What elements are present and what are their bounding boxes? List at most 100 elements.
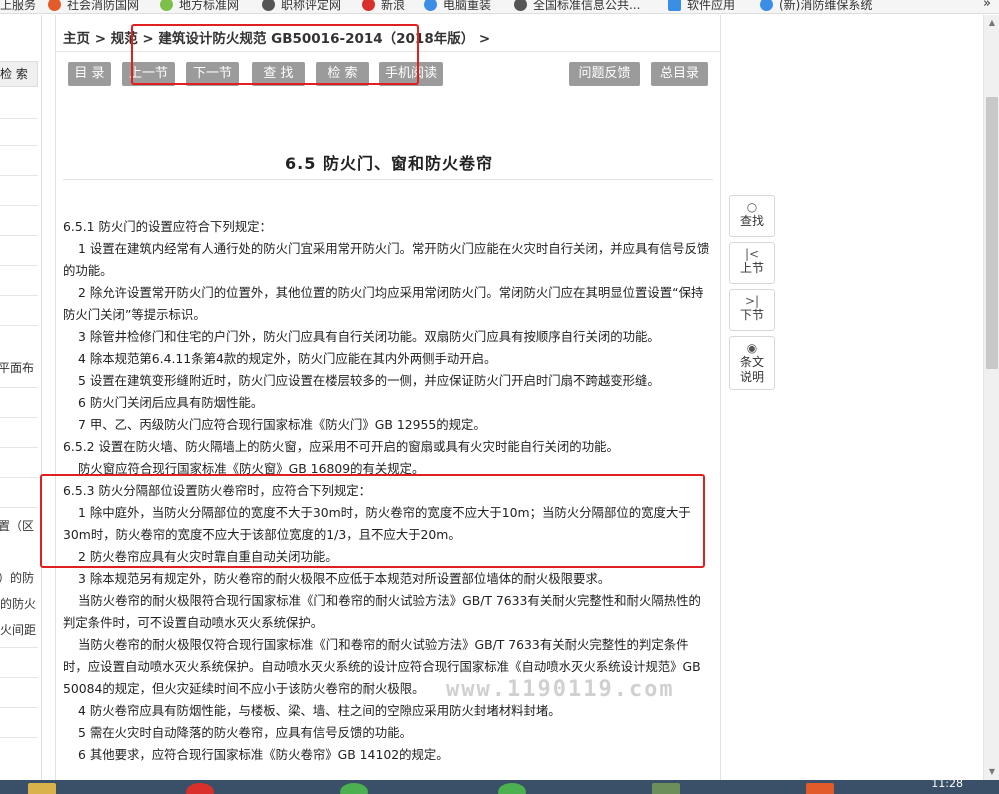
bookmark-label: 新浪 <box>381 0 406 12</box>
bookmark-item[interactable]: 上服务 <box>0 0 36 13</box>
clause-item: 6 其他要求，应符合现行国家标准《防火卷帘》GB 14102的规定。 <box>78 747 449 762</box>
sidebar-divider <box>0 477 38 478</box>
clause-heading: 6.5.3 防火分隔部位设置防火卷帘时，应符合下列规定： <box>63 483 372 498</box>
clause-item: 1 设置在建筑内经常有人通行处的防火门宜采用常开防火门。常开防火门应能在火灾时自… <box>63 241 710 278</box>
sidebar-item-label[interactable]: 的防火 <box>0 595 36 612</box>
float-find-button[interactable]: ○ 查找 <box>729 195 775 237</box>
left-sidebar: 检 索 平面布 置（区 ）的防 的防火 火间距 <box>0 15 42 780</box>
sidebar-divider <box>0 417 38 418</box>
clause-item: 1 除中庭外，当防火分隔部位的宽度不大于30m时，防火卷帘的宽度不应大于10m；… <box>63 505 691 542</box>
bookmark-item[interactable]: 社会消防国网 <box>48 0 139 13</box>
chat-icon[interactable] <box>340 783 368 794</box>
sidebar-divider <box>0 507 38 508</box>
skip-forward-icon: >| <box>744 294 760 308</box>
app-icon[interactable] <box>186 783 214 794</box>
search-button[interactable]: 检 索 <box>316 62 369 86</box>
bookmark-item[interactable]: 新浪 <box>362 0 405 13</box>
bookmarks-more-button[interactable]: » <box>983 0 991 11</box>
skip-back-icon: |< <box>744 247 760 261</box>
prev-section-button[interactable]: 上一节 <box>122 62 175 86</box>
float-note-label: 条文说明 <box>739 355 764 384</box>
bookmark-label: 软件应用 <box>687 0 736 12</box>
ie-icon <box>424 0 437 11</box>
sidebar-divider <box>0 295 38 296</box>
sidebar-divider <box>0 175 38 176</box>
clause-item: 2 除允许设置常开防火门的位置外，其他位置的防火门均应采用常闭防火门。常闭防火门… <box>63 285 704 322</box>
sidebar-divider <box>0 265 38 266</box>
sidebar-divider <box>0 707 38 708</box>
toc-button[interactable]: 目 录 <box>68 62 111 86</box>
sidebar-item-label[interactable]: 火间距 <box>0 621 36 638</box>
bookmark-label: 全国标准信息公共... <box>533 0 641 12</box>
bookmarks-bar: 上服务 社会消防国网 地方标准网 职称评定网 新浪 电脑重装 全国标准信息公共.… <box>0 0 999 14</box>
taskbar: 11:28 <box>0 780 999 794</box>
sidebar-divider <box>0 737 38 738</box>
leaf-icon <box>160 0 173 11</box>
sidebar-divider <box>0 205 38 206</box>
mobile-read-button[interactable]: 手机阅读 <box>379 62 443 86</box>
app-icon <box>668 0 681 11</box>
sidebar-divider <box>0 387 38 388</box>
app-icon[interactable] <box>806 783 834 794</box>
bookmark-item[interactable]: (新)消防维保系统 <box>760 0 872 13</box>
bookmark-label: 电脑重装 <box>443 0 492 12</box>
eye-icon: ◉ <box>746 341 758 355</box>
chat-icon[interactable] <box>498 783 526 794</box>
folder-icon[interactable] <box>28 783 56 794</box>
clock[interactable]: 11:28 <box>931 780 963 790</box>
sidebar-divider <box>0 145 38 146</box>
scroll-up-icon[interactable]: ▲ <box>984 15 999 31</box>
bookmark-item[interactable]: 地方标准网 <box>160 0 239 13</box>
sidebar-divider <box>0 647 38 648</box>
sidebar-search-tab[interactable]: 检 索 <box>0 61 38 87</box>
sidebar-divider <box>0 325 38 326</box>
sidebar-item-label[interactable]: 平面布 <box>0 359 34 376</box>
scroll-thumb[interactable] <box>986 97 998 369</box>
weibo-icon <box>362 0 375 11</box>
feedback-button[interactable]: 问题反馈 <box>569 62 640 86</box>
float-next-label: 下节 <box>739 308 764 322</box>
sidebar-divider <box>0 447 38 448</box>
clause-item: 6 防火门关闭后应具有防烟性能。 <box>78 395 264 410</box>
float-next-button[interactable]: >| 下节 <box>729 289 775 331</box>
float-find-label: 查找 <box>739 214 764 228</box>
find-button[interactable]: 查 找 <box>252 62 305 86</box>
clause-item: 5 设置在建筑变形缝附近时，防火门应设置在楼层较多的一侧，并应保证防火门开启时门… <box>78 373 660 388</box>
bookmark-item[interactable]: 职称评定网 <box>262 0 341 13</box>
shield-icon[interactable] <box>652 783 680 794</box>
sidebar-divider <box>0 677 38 678</box>
search-icon: ○ <box>746 200 758 214</box>
clause-item: 4 除本规范第6.4.11条第4款的规定外，防火门应能在其内外两侧手动开启。 <box>78 351 497 366</box>
breadcrumb[interactable]: 主页 > 规范 > 建筑设计防火规范 GB50016-2014（2018年版） … <box>63 27 490 47</box>
clause-item: 3 除管井检修门和住宅的户门外，防火门应具有自行关闭功能。双扇防火门应具有按顺序… <box>78 329 660 344</box>
clause-heading: 6.5.2 设置在防火墙、防火隔墙上的防火窗，应采用不可开启的窗扇或具有火灾时能… <box>63 439 619 454</box>
bookmark-label: (新)消防维保系统 <box>779 0 873 12</box>
float-prev-button[interactable]: |< 上节 <box>729 242 775 284</box>
clause-item: 当防火卷帘的耐火极限符合现行国家标准《门和卷帘的耐火试验方法》GB/T 7633… <box>63 593 701 630</box>
shield-icon <box>48 0 61 11</box>
divider <box>56 51 720 52</box>
clause-item: 5 需在火灾时自动降落的防火卷帘，应具有信号反馈的功能。 <box>78 725 412 740</box>
clause-item: 防火窗应符合现行国家标准《防火窗》GB 16809的有关规定。 <box>78 461 425 476</box>
float-note-button[interactable]: ◉ 条文说明 <box>729 336 775 390</box>
scroll-down-icon[interactable]: ▼ <box>984 764 999 780</box>
sidebar-item-label[interactable]: 置（区 <box>0 517 34 534</box>
watermark: www.1190119.com <box>446 677 675 702</box>
bookmark-item[interactable]: 软件应用 <box>668 0 735 13</box>
next-section-button[interactable]: 下一节 <box>186 62 239 86</box>
clause-item: 7 甲、乙、丙级防火门应符合现行国家标准《防火门》GB 12955的规定。 <box>78 417 486 432</box>
clause-item: 2 防火卷帘应具有火灾时靠自重自动关闭功能。 <box>78 549 338 564</box>
sidebar-item-label[interactable]: ）的防 <box>0 569 34 586</box>
index-button[interactable]: 总目录 <box>651 62 708 86</box>
bookmark-item[interactable]: 电脑重装 <box>424 0 491 13</box>
bookmark-item[interactable]: 全国标准信息公共... <box>514 0 640 13</box>
globe-icon <box>262 0 275 11</box>
bookmark-label: 上服务 <box>0 0 37 12</box>
vertical-scrollbar[interactable]: ▲ ▼ <box>983 15 999 780</box>
bookmark-label: 职称评定网 <box>281 0 342 12</box>
float-prev-label: 上节 <box>739 261 764 275</box>
main-panel: 主页 > 规范 > 建筑设计防火规范 GB50016-2014（2018年版） … <box>55 15 721 780</box>
globe-icon <box>514 0 527 11</box>
bookmark-label: 社会消防国网 <box>67 0 140 12</box>
section-title: 6.5 防火门、窗和防火卷帘 <box>285 154 493 173</box>
